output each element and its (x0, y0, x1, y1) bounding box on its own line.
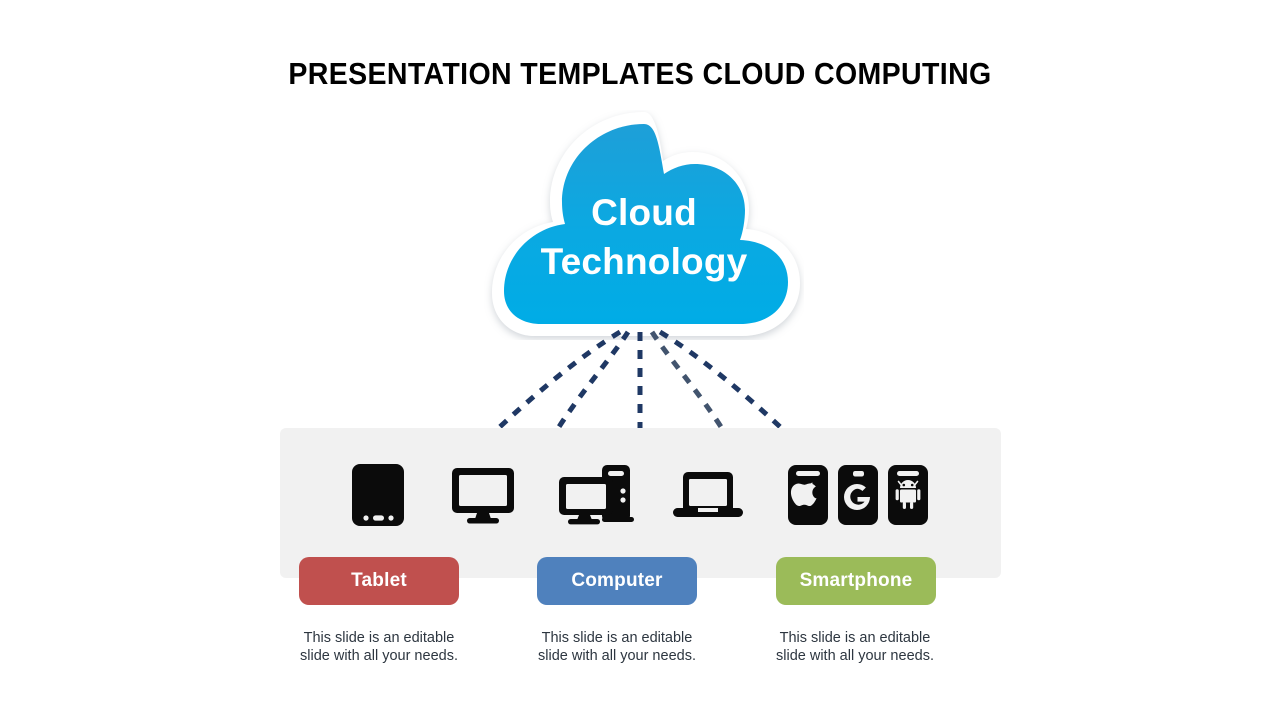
slide-canvas: PRESENTATION TEMPLATES CLOUD COMPUTING C… (0, 0, 1280, 720)
device-phone-android[interactable] (878, 455, 938, 535)
cloud-shape-icon (492, 112, 800, 336)
connector-line-4 (649, 330, 731, 440)
desktop-tower-icon (559, 465, 634, 525)
monitor-icon (452, 468, 514, 524)
cloud-graphic: Cloud Technology (484, 110, 804, 340)
caption-computer-line1: This slide is an editable (541, 630, 693, 646)
android-phone-icon (888, 465, 928, 525)
caption-tablet: This slide is an editable slide with all… (259, 629, 499, 665)
google-phone-icon (838, 465, 878, 525)
tablet-icon (352, 464, 404, 526)
device-tablet[interactable] (338, 455, 418, 535)
caption-tablet-line1: This slide is an editable (303, 630, 455, 646)
laptop-icon (673, 472, 743, 517)
connector-line-5 (658, 329, 794, 440)
device-monitor[interactable] (443, 455, 523, 535)
device-desktop-tower[interactable] (552, 455, 642, 535)
caption-tablet-line2: slide with all your needs. (300, 648, 458, 665)
caption-smartphone-line2: slide with all your needs. (776, 648, 934, 665)
connector-line-2 (549, 330, 631, 440)
caption-computer-line2: slide with all your needs. (538, 648, 696, 665)
category-button-tablet[interactable]: Tablet (299, 557, 459, 605)
apple-phone-icon (788, 465, 828, 525)
device-icon-row (280, 455, 1001, 535)
caption-computer: This slide is an editable slide with all… (497, 629, 737, 665)
connector-lines (486, 329, 794, 440)
connector-line-1 (486, 329, 622, 440)
caption-smartphone-line1: This slide is an editable (779, 630, 931, 646)
page-title: PRESENTATION TEMPLATES CLOUD COMPUTING (288, 56, 992, 91)
category-button-smartphone[interactable]: Smartphone (776, 557, 936, 605)
caption-smartphone: This slide is an editable slide with all… (735, 629, 975, 665)
category-button-computer[interactable]: Computer (537, 557, 697, 605)
device-laptop[interactable] (665, 455, 751, 535)
